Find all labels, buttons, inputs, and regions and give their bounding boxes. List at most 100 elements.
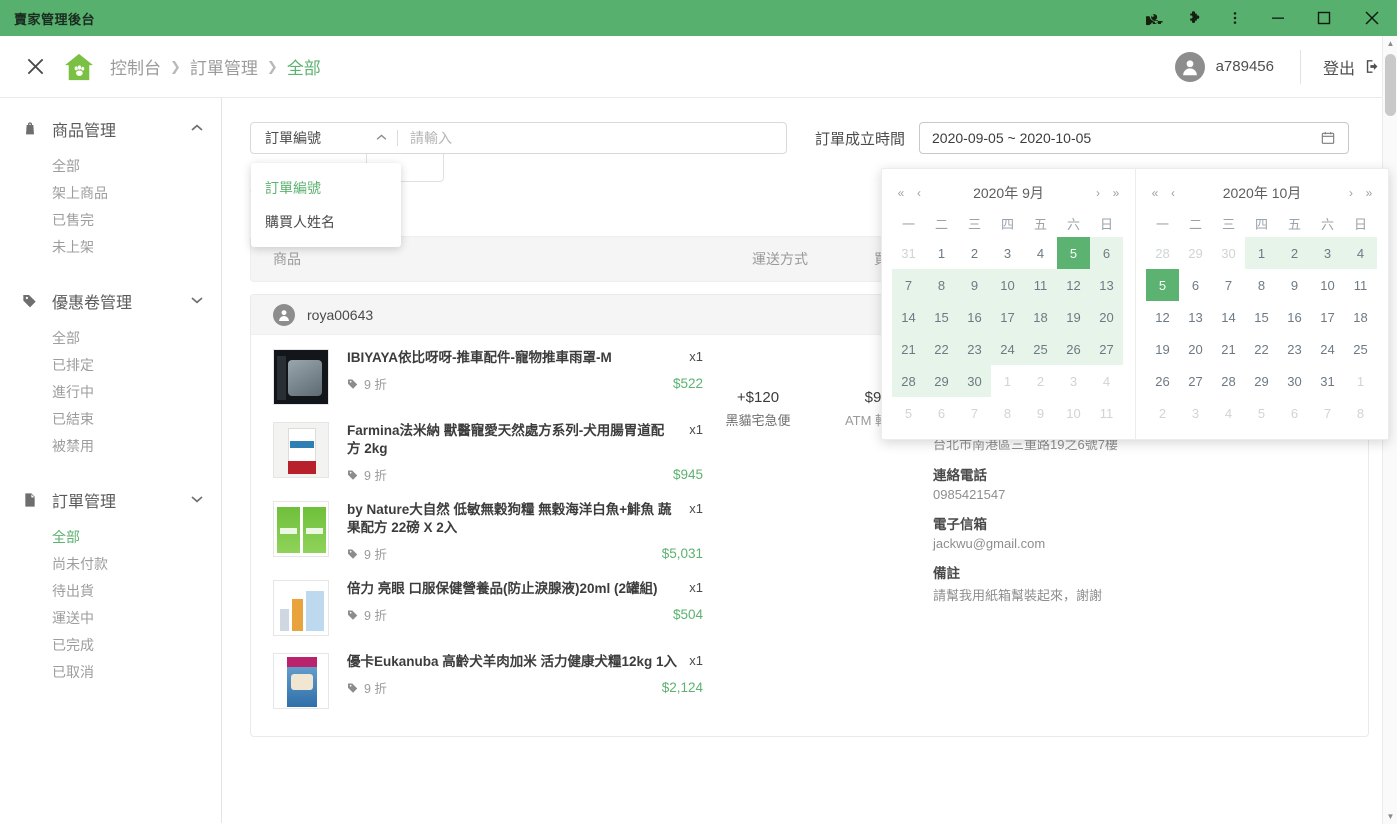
calendar-day-cell[interactable]: 24: [991, 333, 1024, 365]
calendar-day-cell[interactable]: 19: [1057, 301, 1090, 333]
calendar-day-cell[interactable]: 7: [958, 397, 991, 429]
calendar-day-cell[interactable]: 6: [925, 397, 958, 429]
calendar-day-cell[interactable]: 7: [1212, 269, 1245, 301]
key-icon[interactable]: [1135, 0, 1175, 36]
scrollbar-thumb[interactable]: [1385, 54, 1396, 116]
calendar-day-cell[interactable]: 7: [892, 269, 925, 301]
calendar-day-cell[interactable]: 2: [958, 237, 991, 269]
calendar-day-cell[interactable]: 1: [1344, 365, 1377, 397]
calendar-day-cell[interactable]: 5: [892, 397, 925, 429]
next-year-button[interactable]: »: [1360, 186, 1378, 200]
next-month-button[interactable]: ›: [1089, 186, 1107, 200]
browser-menu-icon[interactable]: [1215, 0, 1255, 36]
calendar-day-cell[interactable]: 9: [1278, 269, 1311, 301]
home-paw-icon[interactable]: [62, 50, 96, 84]
calendar-day-cell[interactable]: 13: [1179, 301, 1212, 333]
calendar-day-cell[interactable]: 19: [1146, 333, 1179, 365]
sidebar-item-order-all[interactable]: 全部: [0, 523, 221, 550]
order-product-row[interactable]: IBIYAYA依比呀呀-推車配件-寵物推車雨罩-M x1 9 折 $522: [273, 349, 703, 405]
calendar-day-cell[interactable]: 31: [892, 237, 925, 269]
calendar-day-cell[interactable]: 17: [1311, 301, 1344, 333]
calendar-day-cell[interactable]: 16: [1278, 301, 1311, 333]
calendar-day-cell[interactable]: 28: [892, 365, 925, 397]
calendar-day-cell[interactable]: 30: [1212, 237, 1245, 269]
calendar-day-cell[interactable]: 8: [1245, 269, 1278, 301]
order-product-row[interactable]: 優卡Eukanuba 高齡犬羊肉加米 活力健康犬糧12kg 1入 x1 9 折 $2,…: [273, 653, 703, 709]
calendar-day-cell[interactable]: 25: [1344, 333, 1377, 365]
calendar-day-cell[interactable]: 20: [1090, 301, 1123, 333]
calendar-day-cell[interactable]: 29: [1245, 365, 1278, 397]
calendar-day-cell[interactable]: 1: [925, 237, 958, 269]
calendar-day-cell[interactable]: 29: [1179, 237, 1212, 269]
calendar-day-cell[interactable]: 14: [1212, 301, 1245, 333]
calendar-day-cell[interactable]: 3: [991, 237, 1024, 269]
calendar-day-cell[interactable]: 23: [1278, 333, 1311, 365]
prev-year-button[interactable]: «: [892, 186, 910, 200]
calendar-day-cell[interactable]: 10: [1311, 269, 1344, 301]
date-range-input[interactable]: 2020-09-05 ~ 2020-10-05: [919, 122, 1350, 154]
calendar-day-cell[interactable]: 6: [1179, 269, 1212, 301]
next-month-button[interactable]: ›: [1342, 186, 1360, 200]
calendar-day-cell[interactable]: 2: [1146, 397, 1179, 429]
calendar-day-cell[interactable]: 26: [1057, 333, 1090, 365]
calendar-day-cell[interactable]: 30: [1278, 365, 1311, 397]
sidebar-item-coupon-ended[interactable]: 已結束: [0, 405, 221, 432]
calendar-day-cell[interactable]: 4: [1212, 397, 1245, 429]
scroll-up-arrow[interactable]: ▲: [1383, 36, 1397, 51]
calendar-day-cell[interactable]: 11: [1344, 269, 1377, 301]
calendar-day-cell[interactable]: 4: [1024, 237, 1057, 269]
calendar-day-cell[interactable]: 8: [991, 397, 1024, 429]
sidebar-item-coupon-ongoing[interactable]: 進行中: [0, 378, 221, 405]
close-window-button[interactable]: [1347, 0, 1397, 36]
close-icon[interactable]: [18, 50, 52, 84]
sidebar-item-coupon-banned[interactable]: 被禁用: [0, 432, 221, 459]
calendar-day-cell[interactable]: 9: [1024, 397, 1057, 429]
calendar-day-cell[interactable]: 28: [1146, 237, 1179, 269]
next-year-button[interactable]: »: [1107, 186, 1125, 200]
prev-year-button[interactable]: «: [1146, 186, 1164, 200]
calendar-day-cell[interactable]: 9: [958, 269, 991, 301]
calendar-day-cell[interactable]: 2: [1278, 237, 1311, 269]
calendar-day-cell[interactable]: 22: [1245, 333, 1278, 365]
breadcrumb-item-0[interactable]: 控制台: [110, 54, 161, 79]
calendar-day-cell[interactable]: 18: [1344, 301, 1377, 333]
sidebar-group-order[interactable]: 訂單管理: [0, 477, 221, 523]
scroll-down-arrow[interactable]: ▼: [1383, 809, 1397, 824]
breadcrumb-item-1[interactable]: 訂單管理: [190, 54, 258, 79]
calendar-day-cell[interactable]: 26: [1146, 365, 1179, 397]
calendar-day-cell[interactable]: 15: [1245, 301, 1278, 333]
minimize-button[interactable]: [1255, 0, 1301, 36]
calendar-day-cell[interactable]: 12: [1057, 269, 1090, 301]
sidebar-item-product-offshelf[interactable]: 未上架: [0, 233, 221, 260]
calendar-day-cell[interactable]: 17: [991, 301, 1024, 333]
prev-month-button[interactable]: ‹: [1164, 186, 1182, 200]
calendar-day-cell[interactable]: 27: [1090, 333, 1123, 365]
order-product-row[interactable]: Farmina法米納 獸醫寵愛天然處方系列-犬用腸胃道配方 2kg x1 9 折 $9…: [273, 422, 703, 484]
calendar-day-cell[interactable]: 21: [892, 333, 925, 365]
sidebar-item-coupon-all[interactable]: 全部: [0, 324, 221, 351]
calendar-day-cell[interactable]: 13: [1090, 269, 1123, 301]
sidebar-item-product-onshelf[interactable]: 架上商品: [0, 179, 221, 206]
calendar-icon[interactable]: [1320, 130, 1336, 146]
calendar-day-cell[interactable]: 3: [1311, 237, 1344, 269]
search-input[interactable]: [398, 130, 786, 146]
calendar-day-cell[interactable]: 5: [1245, 397, 1278, 429]
sidebar-group-coupon[interactable]: 優惠卷管理: [0, 278, 221, 324]
calendar-day-cell[interactable]: 4: [1344, 237, 1377, 269]
calendar-day-cell[interactable]: 6: [1278, 397, 1311, 429]
calendar-day-cell[interactable]: 27: [1179, 365, 1212, 397]
calendar-day-cell[interactable]: 16: [958, 301, 991, 333]
calendar-day-cell[interactable]: 8: [1344, 397, 1377, 429]
search-field-select[interactable]: 訂單編號: [251, 123, 397, 153]
calendar-day-cell[interactable]: 5: [1057, 237, 1090, 269]
extensions-puzzle-icon[interactable]: [1175, 0, 1215, 36]
calendar-day-cell[interactable]: 1: [991, 365, 1024, 397]
sidebar-item-order-cancelled[interactable]: 已取消: [0, 658, 221, 685]
order-product-row[interactable]: by Nature大自然 低敏無穀狗糧 無穀海洋白魚+鯡魚 蔬果配方 22磅 X…: [273, 501, 703, 563]
sidebar-group-product[interactable]: 商品管理: [0, 106, 221, 152]
calendar-day-cell[interactable]: 3: [1179, 397, 1212, 429]
calendar-day-cell[interactable]: 10: [991, 269, 1024, 301]
calendar-day-cell[interactable]: 30: [958, 365, 991, 397]
order-product-row[interactable]: 倍力 亮眼 口服保健營養品(防止淚腺液)20ml (2罐組) x1 9 折 $504: [273, 580, 703, 636]
calendar-day-cell[interactable]: 10: [1057, 397, 1090, 429]
